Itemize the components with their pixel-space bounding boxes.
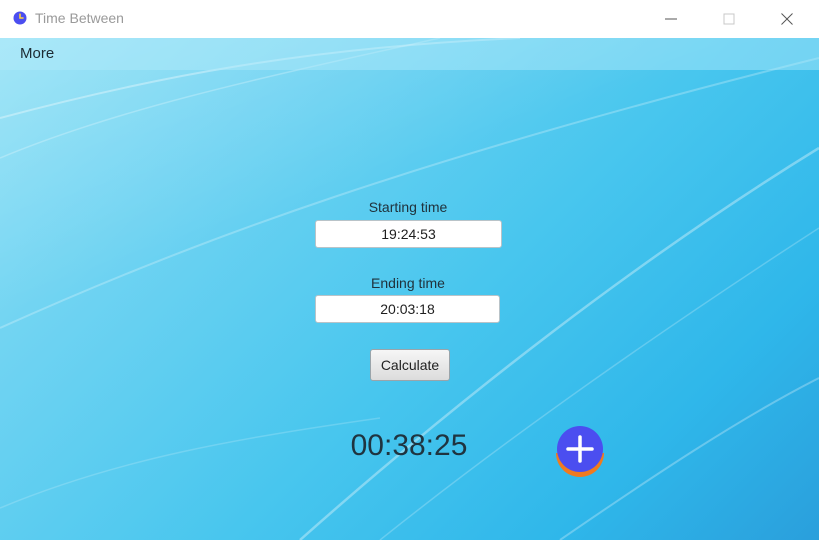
plus-circle-icon [556, 426, 604, 477]
ending-time-input[interactable] [315, 295, 500, 323]
calculate-button[interactable]: Calculate [370, 349, 450, 381]
app-window: Time Between More Starting time 19:24:53… [0, 0, 819, 540]
starting-time-input[interactable] [315, 220, 502, 248]
close-button[interactable] [758, 0, 816, 38]
minimize-button[interactable] [642, 0, 700, 38]
window-title: Time Between [35, 10, 124, 26]
main-content: More Starting time Ending time Calculate… [0, 38, 819, 540]
menu-bar: More [0, 38, 819, 70]
ending-time-label: Ending time [371, 275, 445, 291]
starting-time-label: Starting time [368, 199, 448, 215]
maximize-button[interactable] [700, 0, 758, 38]
clock-icon [13, 11, 27, 25]
title-bar[interactable]: Time Between [0, 0, 819, 39]
maximize-icon [723, 13, 735, 25]
minimize-icon [665, 18, 677, 20]
menu-item-more[interactable]: More [20, 45, 54, 62]
result-time: 00:38:25 [350, 429, 468, 462]
close-icon [781, 13, 793, 25]
add-button[interactable] [554, 425, 606, 477]
